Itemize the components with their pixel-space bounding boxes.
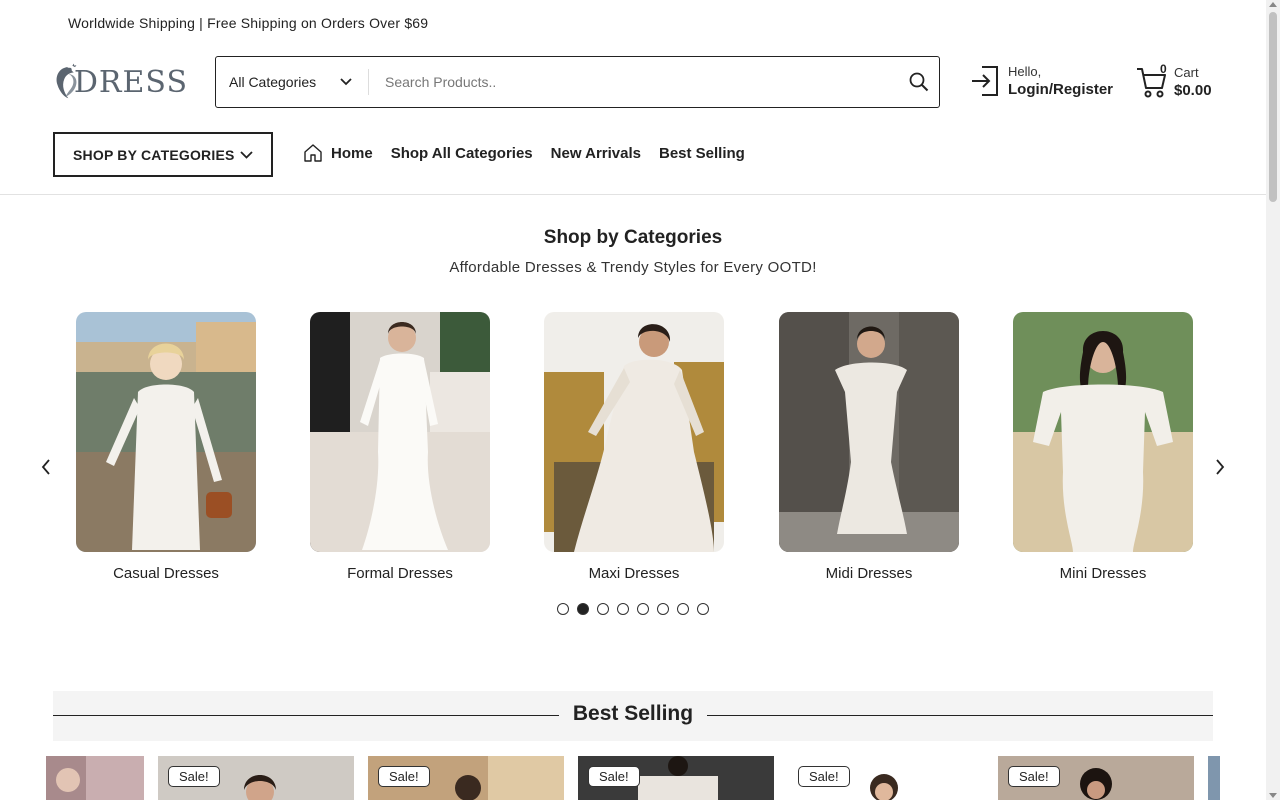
- login-greeting: Hello,: [1008, 64, 1042, 79]
- chevron-right-icon: [1216, 459, 1225, 475]
- logo-text: DRESS: [73, 64, 188, 100]
- search-bar: All Categories: [215, 56, 940, 108]
- category-card-casual[interactable]: Casual Dresses: [76, 312, 256, 582]
- login-icon: [972, 66, 998, 96]
- nav-new-arrivals[interactable]: New Arrivals: [551, 145, 641, 162]
- login-register-link[interactable]: Hello, Login/Register: [970, 64, 1113, 98]
- category-label: Formal Dresses: [347, 565, 453, 582]
- product-card[interactable]: Sale!: [998, 756, 1194, 800]
- category-label: Mini Dresses: [1059, 565, 1147, 582]
- product-card[interactable]: [1208, 756, 1220, 800]
- carousel-dot[interactable]: [597, 603, 609, 615]
- cart-total: $0.00: [1174, 82, 1212, 99]
- categories-title: Shop by Categories: [543, 227, 723, 248]
- carousel-dot[interactable]: [637, 603, 649, 615]
- sale-badge: Sale!: [1008, 766, 1060, 787]
- carousel-dot[interactable]: [617, 603, 629, 615]
- main-nav: Home Shop All Categories New Arrivals Be…: [303, 143, 745, 163]
- login-label: Login/Register: [1008, 81, 1114, 98]
- category-card-mini[interactable]: Mini Dresses: [1013, 312, 1193, 582]
- nav-home-label: Home: [331, 144, 373, 162]
- category-image: [76, 312, 256, 552]
- product-card[interactable]: [46, 756, 144, 800]
- sale-badge: Sale!: [378, 766, 430, 787]
- sale-badge: Sale!: [588, 766, 640, 787]
- category-card-formal[interactable]: Formal Dresses: [310, 312, 490, 582]
- chevron-left-icon: [41, 459, 50, 475]
- cart-link[interactable]: 0 Cart $0.00: [1136, 62, 1212, 100]
- carousel-dot[interactable]: [557, 603, 569, 615]
- carousel-prev-button[interactable]: [36, 456, 56, 478]
- product-card[interactable]: Sale!: [578, 756, 774, 800]
- category-label: Midi Dresses: [825, 565, 913, 582]
- product-card[interactable]: Sale!: [368, 756, 564, 800]
- categories-subtitle: Affordable Dresses & Trendy Styles for E…: [449, 259, 817, 276]
- category-image: [544, 312, 724, 552]
- category-image: [310, 312, 490, 552]
- category-label: Maxi Dresses: [588, 565, 680, 582]
- sale-badge: Sale!: [798, 766, 850, 787]
- nav-best-selling[interactable]: Best Selling: [659, 145, 745, 162]
- best-selling-title: Best Selling: [0, 702, 1266, 726]
- search-icon: [909, 72, 929, 92]
- category-card-midi[interactable]: Midi Dresses: [779, 312, 959, 582]
- cart-label: Cart: [1174, 65, 1199, 80]
- scroll-thumb[interactable]: [1269, 12, 1277, 202]
- sale-badge: Sale!: [168, 766, 220, 787]
- scroll-down-arrow[interactable]: [1269, 793, 1277, 798]
- category-image: [1013, 312, 1193, 552]
- product-card[interactable]: Sale!: [158, 756, 354, 800]
- home-icon: [304, 144, 322, 162]
- carousel-pagination: [557, 603, 709, 615]
- search-button[interactable]: [899, 57, 939, 107]
- site-logo[interactable]: DRESS: [52, 54, 188, 110]
- carousel-dot[interactable]: [657, 603, 669, 615]
- shop-by-categories-button[interactable]: SHOP BY CATEGORIES: [53, 132, 273, 177]
- search-input[interactable]: [369, 57, 899, 107]
- scroll-up-arrow[interactable]: [1269, 2, 1277, 7]
- chevron-down-icon: [240, 150, 253, 159]
- carousel-dot-active[interactable]: [577, 603, 589, 615]
- announcement-bar: Worldwide Shipping | Free Shipping on Or…: [68, 15, 429, 31]
- category-select-value: All Categories: [229, 74, 317, 90]
- best-selling-title-text: Best Selling: [558, 702, 708, 725]
- carousel-dot[interactable]: [677, 603, 689, 615]
- carousel-next-button[interactable]: [1210, 456, 1230, 478]
- header-divider: [0, 194, 1266, 195]
- nav-shop-all-categories[interactable]: Shop All Categories: [391, 145, 533, 162]
- product-image: [46, 756, 144, 800]
- cart-count: 0: [1160, 62, 1167, 76]
- shop-by-categories-label: SHOP BY CATEGORIES: [73, 146, 235, 163]
- chevron-down-icon: [340, 78, 352, 86]
- category-label: Casual Dresses: [113, 565, 219, 582]
- product-card[interactable]: Sale!: [788, 756, 984, 800]
- category-card-maxi[interactable]: Maxi Dresses: [544, 312, 724, 582]
- category-select[interactable]: All Categories: [216, 57, 368, 107]
- nav-home[interactable]: Home: [303, 143, 373, 163]
- category-image: [779, 312, 959, 552]
- page-scrollbar[interactable]: [1266, 0, 1280, 800]
- carousel-dot[interactable]: [697, 603, 709, 615]
